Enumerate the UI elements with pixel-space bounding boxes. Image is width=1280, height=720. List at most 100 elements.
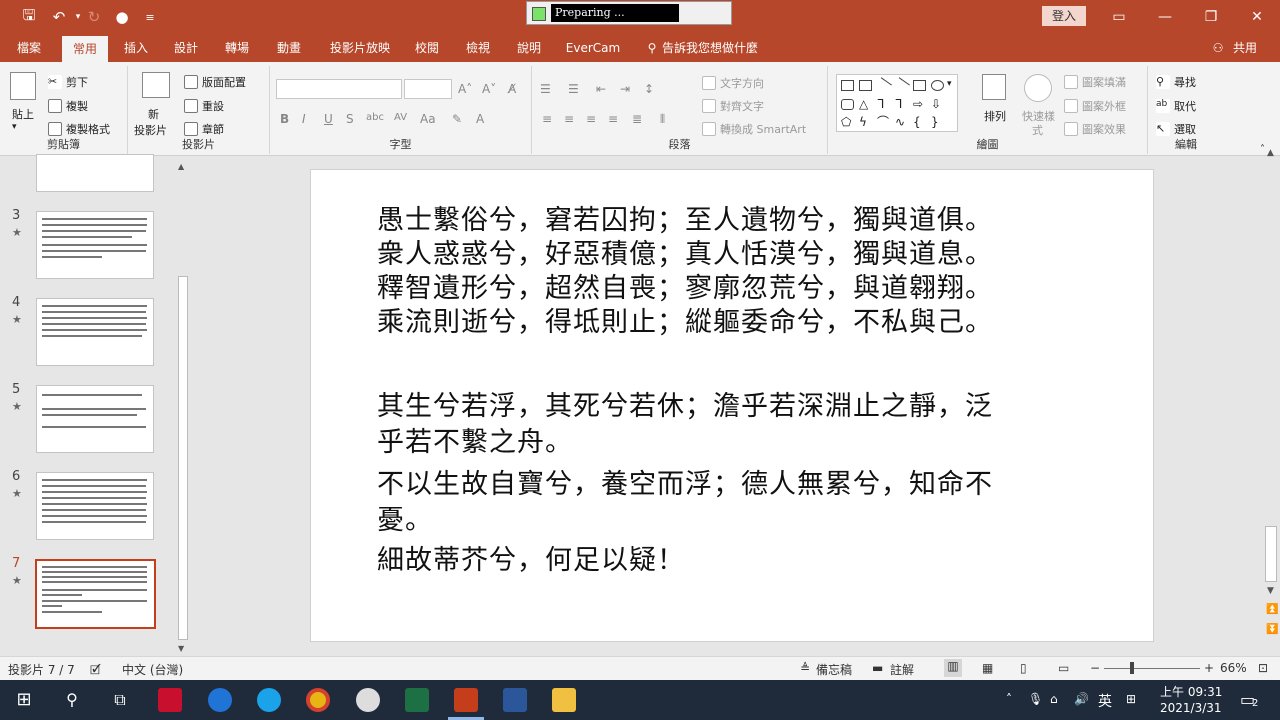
acrobat-icon[interactable] (158, 688, 182, 712)
left-brace-shape-icon[interactable]: { (913, 116, 926, 128)
font-size-combo[interactable] (404, 79, 452, 99)
windows-start-icon[interactable]: ⊞ (12, 688, 36, 712)
vertical-textbox-shape-icon[interactable] (859, 80, 872, 91)
undo-dropdown-icon[interactable]: ▾ (72, 7, 84, 27)
tab-view[interactable]: 檢視 (456, 34, 500, 62)
language-indicator[interactable]: 中文 (台灣) (122, 661, 183, 678)
network-icon[interactable]: ⌂ (1050, 692, 1058, 706)
slide-thumbnail-5[interactable] (36, 385, 154, 453)
layout-button[interactable]: 版面配置 (184, 74, 246, 90)
scribble-shape-icon[interactable]: ϟ (859, 116, 872, 128)
app-icon[interactable] (356, 688, 380, 712)
slide-text-line[interactable]: 細故蒂芥兮，何足以疑！ (377, 538, 685, 577)
thumbnails-scrollbar[interactable]: ▲ ▼ (176, 160, 190, 656)
select-button[interactable]: ↖ 選取 (1156, 121, 1196, 137)
elbow-connector-icon[interactable]: ᒣ (877, 98, 890, 110)
new-slide-icon[interactable] (142, 72, 170, 98)
reset-button[interactable]: 重設 (184, 98, 224, 114)
tab-design[interactable]: 設計 (164, 34, 208, 62)
find-button[interactable]: ⚲ 尋找 (1156, 74, 1196, 90)
right-arrow-shape-icon[interactable]: ⇨ (913, 98, 926, 110)
oval-shape-icon[interactable] (931, 80, 944, 91)
ribbon-display-options-icon[interactable]: ▭ (1096, 0, 1142, 34)
scrollbar-thumb[interactable] (178, 276, 188, 640)
zoom-slider[interactable] (1104, 668, 1200, 669)
scroll-up-icon[interactable]: ▲ (1267, 148, 1274, 158)
cut-button[interactable]: ✂ 剪下 (48, 74, 88, 90)
task-view-icon[interactable]: ⧉ (108, 688, 132, 712)
new-slide-label-1[interactable]: 新 (148, 106, 159, 122)
line-shape-icon[interactable] (875, 77, 892, 94)
tab-home[interactable]: 常用 (62, 36, 108, 62)
tab-review[interactable]: 校閱 (406, 34, 448, 62)
restore-icon[interactable]: ❐ (1188, 0, 1234, 34)
ime-settings-icon[interactable]: ⊞ (1126, 692, 1136, 706)
microphone-icon[interactable]: 🎙 (1028, 692, 1043, 706)
tab-evercam[interactable]: EverCam (562, 34, 624, 62)
zoom-out-icon[interactable]: − (1090, 661, 1100, 675)
zoom-slider-thumb[interactable] (1130, 662, 1134, 674)
share-button[interactable]: 共用 (1228, 34, 1262, 62)
slide-text-line[interactable]: 乘流則逝兮，得坻則止；縱軀委命兮，不私與己。 (377, 300, 993, 339)
powerpoint-icon[interactable] (454, 688, 478, 712)
normal-view-icon[interactable]: ▥ (944, 659, 962, 677)
scroll-down-icon[interactable]: ▼ (178, 644, 184, 653)
undo-icon[interactable]: ↶ (48, 7, 70, 27)
clock-date[interactable]: 2021/3/31 (1160, 701, 1222, 715)
slide-sorter-icon[interactable]: ▦ (982, 661, 993, 675)
scrollbar-thumb[interactable] (1265, 526, 1277, 582)
zoom-level[interactable]: 66% (1220, 661, 1247, 675)
tab-file[interactable]: 檔案 (6, 34, 52, 62)
slide-thumbnail-2[interactable] (36, 154, 154, 192)
scroll-down-icon[interactable]: ▼ (1267, 586, 1274, 596)
gallery-more-icon[interactable]: ▾ (947, 79, 957, 90)
copy-button[interactable]: 複製 (48, 98, 88, 114)
ime-indicator[interactable]: 英 (1098, 691, 1112, 711)
slide-thumbnail-4[interactable] (36, 298, 154, 366)
slideshow-view-icon[interactable]: ▭ (1058, 661, 1069, 675)
format-painter-button[interactable]: 複製格式 (48, 121, 110, 137)
paste-dropdown-icon[interactable]: ▾ (12, 122, 17, 132)
word-icon[interactable] (503, 688, 527, 712)
start-from-beginning-icon[interactable]: ● (112, 7, 132, 27)
curve-shape-icon[interactable]: ∿ (895, 116, 908, 128)
triangle-shape-icon[interactable]: △ (859, 98, 872, 110)
shape-outline-button[interactable]: 圖案外框 (1064, 98, 1126, 114)
internet-explorer-icon[interactable] (208, 688, 232, 712)
comments-button[interactable]: 註解 (890, 661, 914, 678)
minimize-icon[interactable]: — (1142, 0, 1188, 34)
slide-text-line[interactable]: 不以生故自寶兮，養空而浮；德人無累兮，知命不 (377, 462, 993, 501)
right-brace-shape-icon[interactable]: } (931, 116, 944, 128)
tray-chevron-icon[interactable]: ˄ (1006, 692, 1012, 706)
tab-help[interactable]: 說明 (508, 34, 550, 62)
scroll-up-icon[interactable]: ▲ (178, 162, 184, 171)
customize-toolbar-icon[interactable]: ≡ (142, 7, 158, 27)
sign-in-button[interactable]: 登入 (1042, 6, 1086, 26)
notes-button[interactable]: 備忘稿 (816, 661, 852, 678)
align-text-button[interactable]: 對齊文字 (702, 98, 764, 114)
tab-transitions[interactable]: 轉場 (214, 34, 260, 62)
slide-text-line[interactable]: 憂。 (377, 498, 433, 537)
text-direction-button[interactable]: 文字方向 (702, 75, 764, 91)
slide-text-line[interactable]: 其生兮若浮，其死兮若休；澹乎若深淵止之靜，泛 (377, 384, 993, 423)
arrange-button[interactable]: 排列 (984, 108, 1006, 124)
edge-icon[interactable] (257, 688, 281, 712)
reading-view-icon[interactable]: ▯ (1020, 661, 1027, 675)
clock-time[interactable]: 上午 09:31 (1160, 683, 1222, 700)
paste-button[interactable]: 貼上 (12, 106, 34, 122)
paste-icon[interactable] (10, 72, 36, 100)
collapse-ribbon-icon[interactable]: ˄ (1260, 144, 1265, 155)
rounded-rect-shape-icon[interactable] (841, 99, 854, 110)
arrange-icon[interactable] (982, 74, 1006, 100)
elbow-arrow-icon[interactable]: ᒣ (895, 98, 908, 110)
tab-slideshow[interactable]: 投影片放映 (322, 34, 398, 62)
freeform-shape-icon[interactable]: ⬠ (841, 116, 854, 128)
down-arrow-shape-icon[interactable]: ⇩ (931, 98, 944, 110)
shape-fill-button[interactable]: 圖案填滿 (1064, 74, 1126, 90)
tell-me-search[interactable]: 告訴我您想做什麼 (662, 34, 762, 62)
tab-insert[interactable]: 插入 (114, 34, 158, 62)
previous-slide-icon[interactable]: ⏫ (1266, 604, 1278, 615)
slide-thumbnail-3[interactable] (36, 211, 154, 279)
textbox-shape-icon[interactable] (841, 80, 854, 91)
slide-scrollbar[interactable]: ▲ ▼ ⏫ ⏬ (1263, 148, 1280, 656)
